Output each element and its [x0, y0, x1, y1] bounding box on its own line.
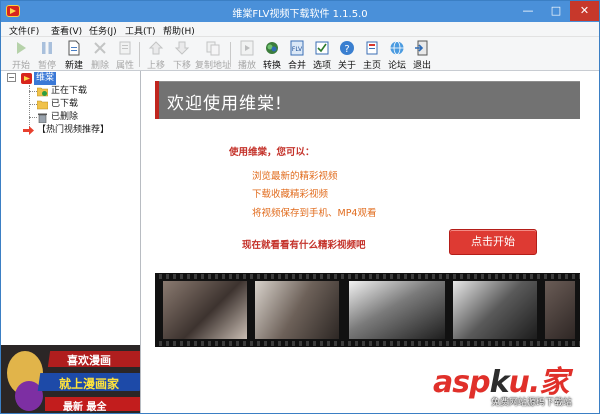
video-thumbnail[interactable] — [453, 281, 537, 339]
app-window: 维棠FLV视频下载软件 1.1.5.0 — □ ✕ 文件(F) 查看(V) 任务… — [0, 0, 600, 414]
red-arrow-icon — [23, 126, 34, 135]
arrow-down-icon — [174, 41, 190, 55]
menu-tasks[interactable]: 任务(J) — [89, 24, 117, 37]
ad-text: 最新 最全 — [63, 402, 107, 413]
menu-help[interactable]: 帮助(H) — [163, 24, 195, 37]
minimize-button[interactable]: — — [514, 1, 542, 21]
home-page-icon — [366, 41, 378, 55]
properties-button[interactable]: 属性 — [111, 39, 139, 71]
film-perforation — [155, 274, 580, 279]
header-accent — [155, 81, 159, 119]
folder-icon — [37, 100, 48, 110]
forum-globe-icon — [390, 41, 404, 55]
watermark-caption: 免费网站源码下载站 — [491, 398, 573, 408]
video-thumbnail[interactable] — [163, 281, 247, 339]
exit-button[interactable]: 退出 — [408, 39, 436, 71]
play-arrow-icon — [17, 42, 26, 54]
cta-text: 现在就看看有什么精彩视频吧 — [242, 240, 366, 251]
pause-icon — [42, 42, 52, 54]
delete-x-icon — [94, 42, 106, 54]
video-thumbnail[interactable] — [545, 281, 575, 339]
feature-item: 将视频保存到手机、MP4观看 — [252, 208, 377, 219]
welcome-title: 欢迎使用维棠! — [167, 94, 283, 114]
help-icon: ? — [340, 41, 354, 55]
trash-icon — [38, 113, 47, 123]
properties-icon — [119, 41, 131, 55]
click-start-button[interactable]: 点击开始 — [449, 229, 537, 255]
merge-icon: FLV — [290, 40, 304, 56]
film-perforation — [155, 341, 580, 346]
arrow-up-icon — [148, 41, 164, 55]
ad-text: 就上漫画家 — [59, 377, 120, 391]
tree-connector — [29, 104, 37, 105]
weitang-logo-icon — [21, 73, 32, 84]
intro-text: 使用维棠，您可以： — [229, 147, 315, 158]
menu-tools[interactable]: 工具(T) — [125, 24, 156, 37]
title-bar[interactable]: 维棠FLV视频下载软件 1.1.5.0 — □ ✕ — [1, 1, 599, 22]
convert-icon — [266, 42, 278, 54]
copy-url-button[interactable]: 复制地址 — [195, 39, 231, 71]
copy-icon — [206, 41, 220, 56]
tree-collapse-toggle[interactable]: − — [7, 73, 16, 82]
exit-door-icon — [415, 40, 428, 56]
move-down-button[interactable]: 下移 — [168, 39, 196, 71]
feature-item: 下载收藏精彩视频 — [252, 189, 329, 200]
toolbar: 开始 暂停 新建 删除 属性 上移 下移 复制地址 播放 转换 FLV 合并 选… — [1, 37, 599, 71]
maximize-button[interactable]: □ — [542, 1, 570, 21]
window-title: 维棠FLV视频下载软件 1.1.5.0 — [232, 9, 368, 20]
checklist-icon — [315, 41, 329, 55]
video-filmstrip — [155, 273, 580, 347]
site-watermark: aspku.家 免费网站源码下载站 — [413, 353, 599, 413]
close-button[interactable]: ✕ — [570, 1, 599, 21]
new-document-icon — [68, 40, 80, 56]
tree-connector — [29, 117, 37, 118]
menu-bar: 文件(F) 查看(V) 任务(J) 工具(T) 帮助(H) — [1, 22, 599, 37]
video-thumbnail[interactable] — [349, 281, 445, 339]
svg-text:FLV: FLV — [292, 46, 303, 53]
ad-text: 喜欢漫画 — [67, 354, 111, 367]
svg-text:?: ? — [344, 44, 349, 55]
menu-view[interactable]: 查看(V) — [51, 24, 82, 37]
menu-file[interactable]: 文件(F) — [9, 24, 39, 37]
comic-ad-banner[interactable]: 喜欢漫画 就上漫画家 最新 最全 — [1, 345, 141, 413]
video-thumbnail[interactable] — [255, 281, 339, 339]
tree-connector — [29, 91, 37, 92]
task-tree-panel: − 维棠 正在下载 已下载 已删除 【热门视频推荐】 — [1, 71, 141, 345]
downloading-folder-icon — [37, 87, 48, 97]
media-play-icon — [240, 40, 254, 56]
feature-item: 浏览最新的精彩视频 — [252, 171, 338, 182]
